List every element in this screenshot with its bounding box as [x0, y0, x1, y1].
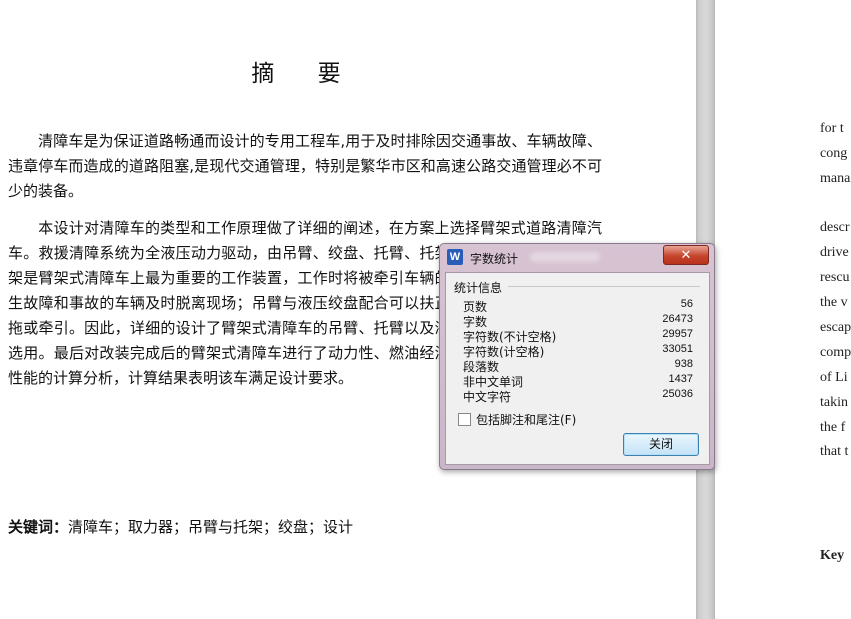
english-text-line: rescu: [820, 270, 850, 285]
blurred-title-text: [530, 252, 600, 262]
english-text-line: for t: [820, 121, 844, 136]
english-text-line: drive: [820, 245, 849, 260]
stat-row: 段落数 938: [463, 358, 693, 374]
keywords-line: 关键词：清障车；取力器；吊臂与托架；绞盘；设计: [8, 518, 354, 536]
english-text-line: cong: [820, 146, 848, 161]
english-text-line: the f: [820, 420, 846, 435]
english-text-line: escap: [820, 320, 851, 335]
close-icon[interactable]: ✕: [663, 245, 709, 265]
word-count-dialog: W 字数统计 ✕ 统计信息 页数 56 字数 26473 字符数(不计空格) 2995…: [439, 243, 715, 470]
stat-row: 字符数(计空格) 33051: [463, 343, 693, 359]
group-title: 统计信息: [454, 281, 503, 295]
stat-row: 中文字符 25036: [463, 388, 693, 404]
group-divider: [508, 286, 700, 287]
english-text-line: of Li: [820, 370, 848, 385]
footnote-checkbox[interactable]: [458, 413, 471, 426]
close-button[interactable]: 关闭: [623, 433, 699, 456]
stat-row: 字数 26473: [463, 313, 693, 329]
dialog-body: 统计信息 页数 56 字数 26473 字符数(不计空格) 29957 字符数(计空格…: [445, 272, 710, 465]
wps-writer-icon: W: [447, 249, 463, 265]
english-text-line: mana: [820, 171, 851, 186]
dialog-titlebar[interactable]: W 字数统计 ✕: [440, 244, 714, 270]
english-text-line: takin: [820, 395, 848, 410]
footnote-checkbox-label[interactable]: 包括脚注和尾注(F): [476, 411, 576, 428]
dialog-title: 字数统计: [470, 252, 519, 266]
english-text-line: comp: [820, 345, 851, 360]
page-title: 摘 要: [251, 61, 359, 87]
paragraph-1: 清障车是为保证道路畅通而设计的专用工程车,用于及时排除因交通事故、车辆故障、违章…: [8, 132, 602, 200]
stat-row: 字符数(不计空格) 29957: [463, 328, 693, 344]
english-text-line: descr: [820, 220, 850, 235]
english-text-line: Key: [820, 548, 845, 563]
english-text-line: the v: [820, 295, 848, 310]
stat-row: 非中文单词 1437: [463, 373, 693, 389]
stat-row: 页数 56: [463, 298, 693, 314]
english-text-line: that t: [820, 444, 849, 459]
